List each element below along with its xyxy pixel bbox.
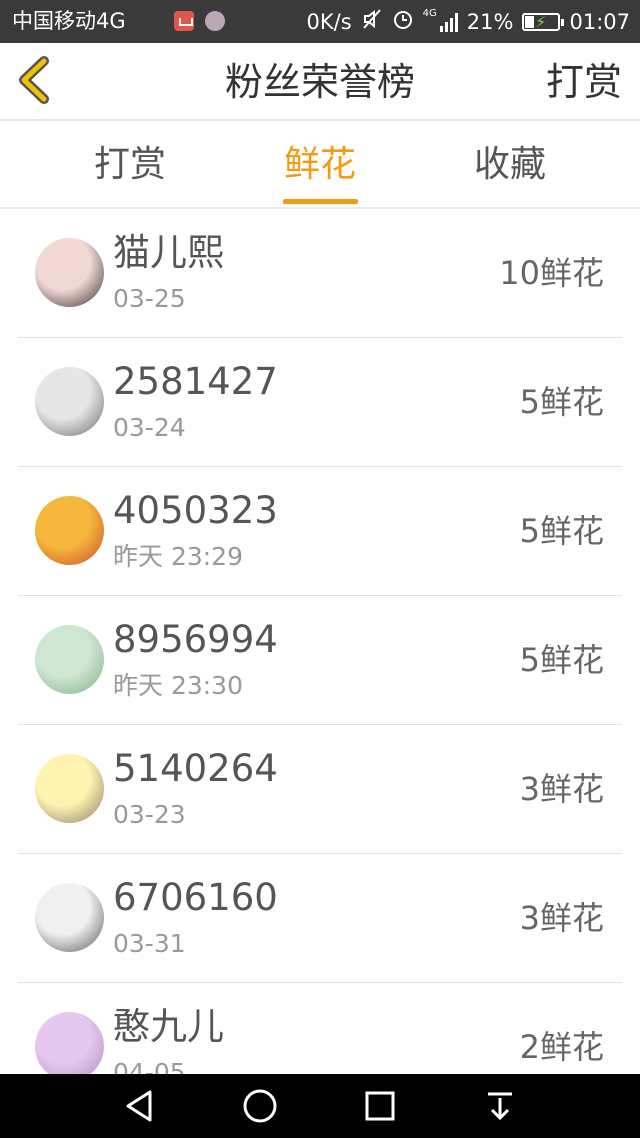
user-name: 2581427 bbox=[113, 360, 278, 403]
flower-count: 3鲜花 bbox=[519, 899, 604, 937]
nav-recents-button[interactable] bbox=[360, 1086, 400, 1126]
tab-flowers[interactable]: 鲜花 bbox=[250, 144, 390, 186]
user-name: 憨九儿 bbox=[113, 1005, 224, 1048]
list-item[interactable]: 5140264 03-23 3鲜花 bbox=[0, 725, 640, 854]
tab-bar: 打赏 鲜花 收藏 bbox=[0, 121, 640, 209]
gift-date: 昨天 23:29 bbox=[113, 542, 243, 571]
flower-count: 3鲜花 bbox=[519, 770, 604, 808]
battery-icon: ⚡ bbox=[522, 12, 565, 31]
list-item[interactable]: 4050323 昨天 23:29 5鲜花 bbox=[0, 467, 640, 596]
page-title: 粉丝荣誉榜 bbox=[224, 60, 415, 104]
flower-count: 5鲜花 bbox=[519, 383, 604, 421]
flower-count: 5鲜花 bbox=[519, 512, 604, 550]
tip-button[interactable]: 打赏 bbox=[546, 60, 622, 104]
app-notification-icon bbox=[205, 11, 225, 31]
user-name: 5140264 bbox=[113, 747, 278, 790]
list-item[interactable]: 2581427 03-24 5鲜花 bbox=[0, 338, 640, 467]
nav-home-button[interactable] bbox=[240, 1086, 280, 1126]
list-item[interactable]: 8956994 昨天 23:30 5鲜花 bbox=[0, 596, 640, 725]
avatar[interactable] bbox=[35, 754, 104, 823]
network-speed: 0K/s bbox=[306, 9, 352, 34]
user-name: 4050323 bbox=[113, 489, 278, 532]
flower-count: 5鲜花 bbox=[519, 641, 604, 679]
status-indicators: 0K/s 4G 21% ⚡ 01:07 bbox=[307, 8, 631, 35]
carrier-label: 中国移动4G bbox=[12, 9, 126, 33]
avatar[interactable] bbox=[35, 238, 104, 307]
pull-down-icon bbox=[488, 1092, 512, 1121]
list-item[interactable]: 6706160 03-31 3鲜花 bbox=[0, 854, 640, 983]
tab-favorites[interactable]: 收藏 bbox=[440, 144, 580, 186]
alarm-icon bbox=[392, 8, 414, 35]
gift-date: 03-23 bbox=[113, 800, 186, 829]
nav-notifications-button[interactable] bbox=[480, 1086, 520, 1126]
square-recents-icon bbox=[365, 1091, 395, 1121]
list-item[interactable]: 憨九儿 04-05 2鲜花 bbox=[0, 983, 640, 1074]
flower-count: 2鲜花 bbox=[519, 1028, 604, 1066]
network-type: 4G bbox=[422, 8, 437, 19]
gift-date: 04-05 bbox=[113, 1058, 186, 1074]
status-bar: 中国移动4G 0K/s 4G 21% ⚡ 01:07 bbox=[0, 0, 640, 43]
avatar[interactable] bbox=[35, 625, 104, 694]
gift-date: 03-25 bbox=[113, 284, 186, 313]
user-name: 6706160 bbox=[113, 876, 278, 919]
gift-date: 03-31 bbox=[113, 929, 186, 958]
system-nav-bar bbox=[0, 1074, 640, 1138]
triangle-back-icon bbox=[126, 1090, 152, 1122]
avatar[interactable] bbox=[35, 883, 104, 952]
gift-date: 昨天 23:30 bbox=[113, 671, 243, 700]
circle-home-icon bbox=[243, 1089, 277, 1123]
signal-icon bbox=[439, 12, 458, 32]
user-name: 猫儿熙 bbox=[113, 231, 224, 274]
nav-back-button[interactable] bbox=[120, 1086, 160, 1126]
mute-icon bbox=[361, 8, 383, 35]
avatar[interactable] bbox=[35, 1012, 104, 1074]
mail-app-icon bbox=[174, 11, 194, 31]
avatar[interactable] bbox=[35, 367, 104, 436]
battery-percent: 21% bbox=[466, 9, 514, 34]
list-item[interactable]: 猫儿熙 03-25 10鲜花 bbox=[0, 209, 640, 338]
flower-count: 10鲜花 bbox=[499, 254, 604, 292]
title-bar: 粉丝荣誉榜 打赏 bbox=[0, 43, 640, 121]
user-name: 8956994 bbox=[113, 618, 278, 661]
gift-date: 03-24 bbox=[113, 413, 186, 442]
clock: 01:07 bbox=[569, 9, 630, 34]
fan-list: 猫儿熙 03-25 10鲜花 2581427 03-24 5鲜花 4050323… bbox=[0, 209, 640, 1074]
tab-tips[interactable]: 打赏 bbox=[60, 144, 200, 186]
avatar[interactable] bbox=[35, 496, 104, 565]
active-tab-indicator bbox=[283, 199, 358, 204]
